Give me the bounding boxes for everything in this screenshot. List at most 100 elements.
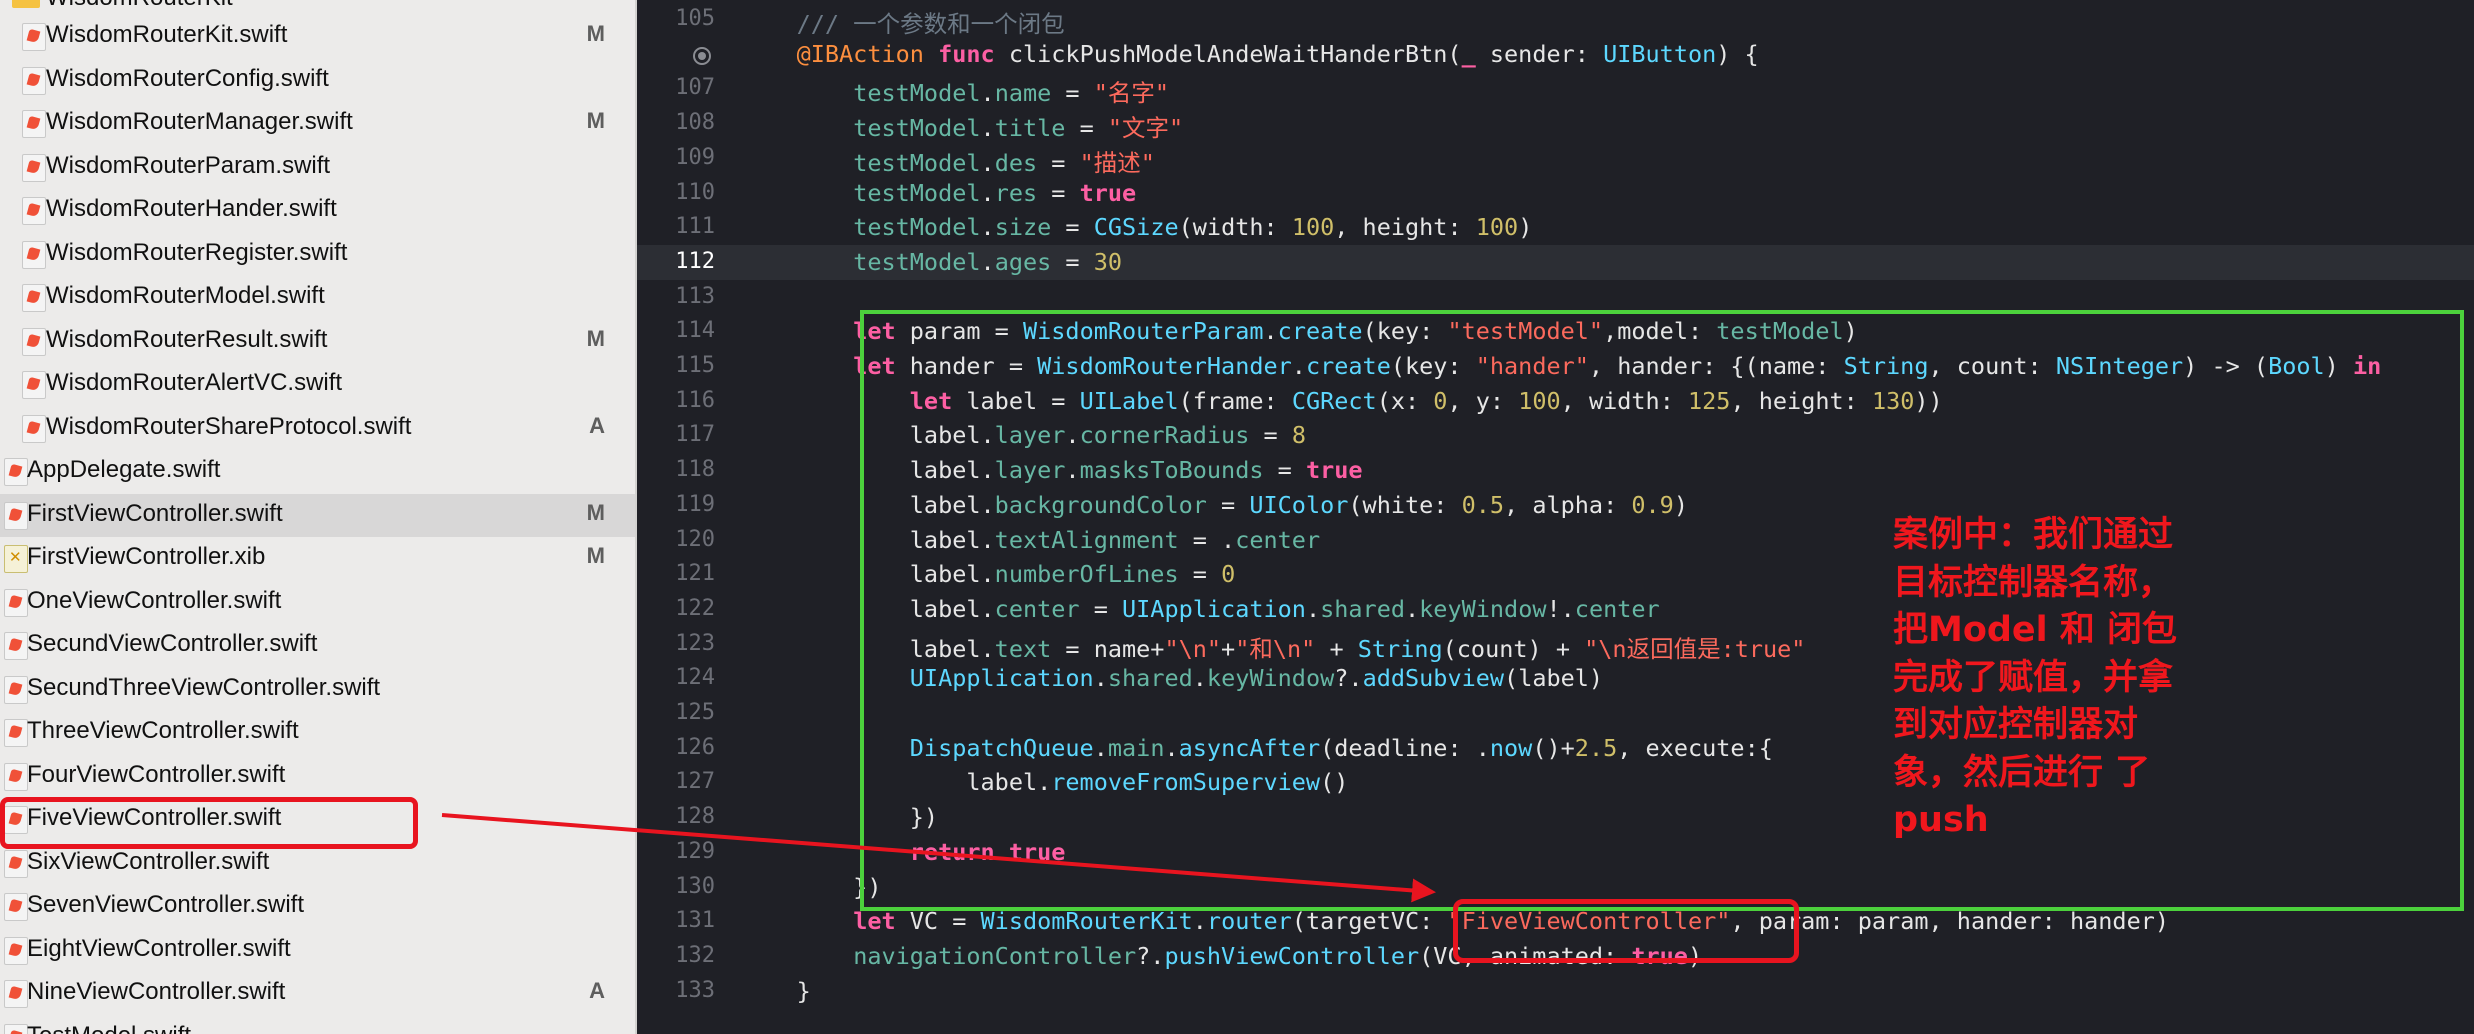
line-number: 112	[675, 248, 715, 274]
line-number: 122	[675, 595, 715, 621]
swift-file-icon	[22, 66, 46, 95]
code-line: 107 testModel.name = "名字"	[637, 71, 2474, 107]
code-highlight-box	[860, 310, 2464, 911]
file-name: NineViewController.swift	[27, 978, 286, 1005]
file-name: WisdomRouterAlertVC.swift	[46, 369, 343, 396]
file-row[interactable]: WisdomRouterModel.swift	[0, 276, 635, 320]
line-number: 129	[675, 838, 715, 864]
code-text: }	[740, 976, 811, 1005]
annotation-line: push	[1893, 800, 1989, 840]
annotation-line: 到对应控制器对	[1893, 705, 2139, 745]
line-number: 120	[675, 526, 715, 552]
xib-file-icon	[4, 545, 28, 573]
line-number: 107	[675, 75, 715, 101]
line-number: 130	[675, 873, 715, 899]
line-number: 126	[675, 734, 715, 760]
file-row[interactable]: WisdomRouterKit.swift M	[0, 15, 635, 59]
scm-status-badge: M	[586, 499, 605, 525]
file-row[interactable]: FirstViewController.swift M	[0, 493, 635, 537]
swift-file-icon	[22, 153, 46, 182]
file-row[interactable]: WisdomRouterResult.swift M	[0, 320, 635, 364]
file-row[interactable]: EightViewController.swift	[0, 929, 635, 973]
line-number: 133	[675, 977, 715, 1003]
file-name: WisdomRouterManager.swift	[46, 108, 353, 135]
file-name: WisdomRouterParam.swift	[46, 151, 331, 179]
highlight-target-name	[1453, 899, 1799, 963]
line-number: 121	[675, 561, 715, 587]
file-name: SecundThreeViewController.swift	[27, 673, 381, 701]
file-row[interactable]: TestModel.swift	[0, 1016, 635, 1034]
swift-file-icon	[4, 588, 28, 617]
file-row[interactable]: ThreeViewController.swift	[0, 711, 635, 755]
code-line: 133 }	[637, 974, 2474, 1009]
annotation-line: 完成了赋值，并拿	[1893, 657, 2174, 698]
line-number: 118	[675, 457, 715, 483]
file-row[interactable]: WisdomRouterRegister.swift	[0, 233, 635, 277]
swift-file-icon	[4, 458, 28, 486]
line-number: 115	[675, 353, 715, 378]
code-text: @IBAction func clickPushModelAndeWaitHan…	[796, 39, 1759, 68]
file-row[interactable]: NineViewController.swift A	[0, 972, 635, 1016]
swift-file-icon	[4, 675, 28, 704]
code-line: 109 testModel.des = "描述"	[637, 141, 2474, 177]
swift-file-icon	[4, 501, 28, 530]
line-number: 116	[675, 387, 715, 413]
scm-status-badge: M	[586, 21, 605, 46]
file-row[interactable]: AppDelegate.swift	[0, 450, 635, 494]
file-row[interactable]: OneViewController.swift	[0, 581, 635, 625]
code-line: 105 /// 一个参数和一个闭包	[637, 2, 2474, 38]
code-text: testModel.title = "文字"	[853, 114, 1184, 143]
file-row[interactable]: FirstViewController.xib M	[0, 537, 635, 581]
annotation-line: 案例中：我们通过	[1893, 515, 2174, 555]
code-line: 110 testModel.res = true	[637, 176, 2474, 211]
code-line: 112 testModel.ages = 30	[637, 244, 2474, 280]
file-name: WisdomRouterModel.swift	[46, 282, 325, 309]
file-row[interactable]: SecundViewController.swift	[0, 624, 635, 668]
file-name: WisdomRouterKit.swift	[46, 21, 288, 48]
line-number: 123	[675, 630, 715, 656]
ibaction-connection-icon[interactable]	[693, 46, 711, 65]
swift-file-icon	[4, 893, 28, 921]
swift-file-icon	[4, 632, 28, 660]
code-line: 108 testModel.title = "文字"	[637, 106, 2474, 143]
line-number: 111	[675, 214, 715, 240]
swift-file-icon	[22, 23, 46, 51]
file-row[interactable]: WisdomRouterShareProtocol.swift A	[0, 407, 635, 451]
folder-name: WisdomRouterKit	[46, 0, 233, 12]
swift-file-icon	[4, 849, 28, 878]
code-text: /// 一个参数和一个闭包	[796, 10, 1065, 38]
file-row[interactable]: SecundThreeViewController.swift	[0, 668, 635, 712]
line-number: 119	[675, 491, 715, 517]
project-navigator: WisdomRouterKit WisdomRouterKit.swiftMWi…	[0, 0, 637, 1034]
line-number: 109	[675, 144, 715, 170]
line-number: 117	[675, 422, 715, 448]
file-row[interactable]: FourViewController.swift	[0, 755, 635, 799]
file-name: WisdomRouterHander.swift	[46, 195, 337, 222]
file-row[interactable]: WisdomRouterManager.swift M	[0, 102, 635, 146]
file-name: WisdomRouterConfig.swift	[46, 64, 329, 92]
file-row[interactable]: WisdomRouterAlertVC.swift	[0, 363, 635, 407]
swift-file-icon	[4, 1023, 28, 1034]
file-row[interactable]: WisdomRouterConfig.swift	[0, 59, 635, 103]
file-name: EightViewController.swift	[27, 934, 291, 962]
swift-file-icon	[22, 284, 46, 312]
swift-file-icon	[4, 980, 28, 1008]
file-name: FirstViewController.xib	[27, 543, 266, 570]
line-number: 125	[675, 700, 715, 725]
file-name: WisdomRouterRegister.swift	[46, 238, 348, 266]
file-row[interactable]: WisdomRouterParam.swift	[0, 146, 635, 190]
line-number: 128	[675, 804, 715, 830]
file-row[interactable]: SevenViewController.swift	[0, 885, 635, 929]
scm-status-badge: M	[586, 108, 605, 133]
file-name: FourViewController.swift	[27, 760, 286, 788]
annotation-note: 案例中：我们通过 目标控制器名称， 把Model 和 闭包 完成了赋值，并拿 到对应控制…	[1893, 512, 2223, 845]
scm-status-badge: M	[586, 543, 605, 568]
scm-status-badge: A	[589, 978, 605, 1003]
file-name: TestModel.swift	[27, 1022, 191, 1034]
code-line: 111 testModel.size = CGSize(width: 100, …	[637, 210, 2474, 245]
file-name: OneViewController.swift	[27, 586, 282, 614]
line-number: 113	[675, 283, 715, 309]
file-name: SixViewController.swift	[27, 847, 270, 875]
line-number: 127	[675, 769, 715, 795]
file-row[interactable]: WisdomRouterHander.swift	[0, 189, 635, 233]
